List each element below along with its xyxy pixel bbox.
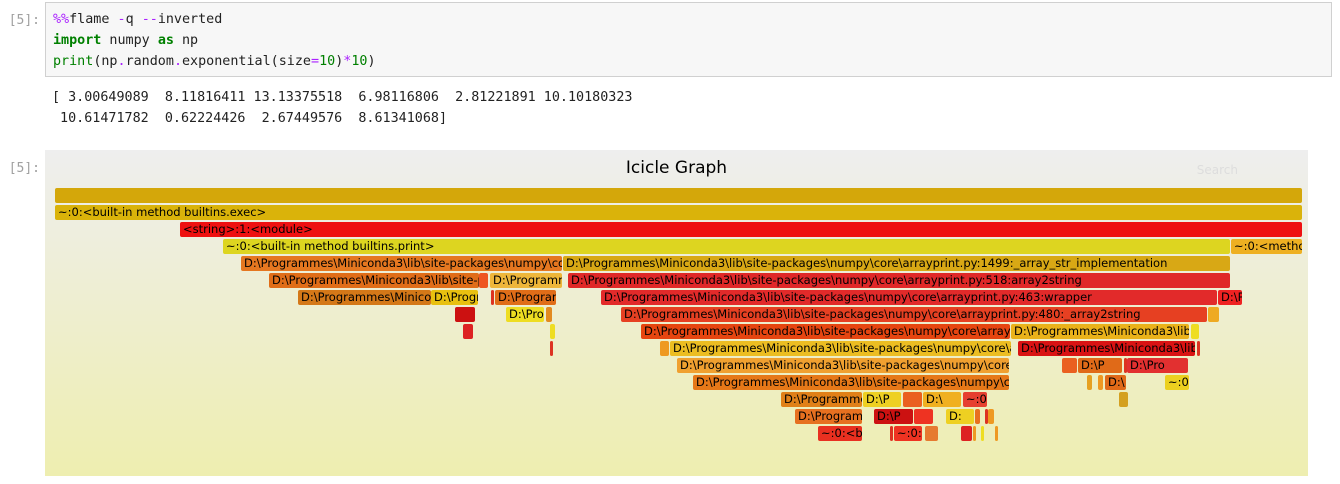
flame-frame[interactable]: D:\Programmes\Miniconda3\lib\site-packag… (621, 307, 1207, 322)
flame-frame[interactable]: D:\ (923, 392, 961, 407)
flame-frame[interactable]: D: (946, 409, 974, 424)
flame-frame[interactable]: D:\Programmes\Miniconda3\lib (490, 273, 562, 288)
flame-frame[interactable]: D:\P (863, 392, 901, 407)
flame-frame[interactable]: D:\Programmes (495, 290, 556, 305)
code-cell[interactable]: %%flame -q --inverted import numpy as np p… (45, 2, 1332, 77)
flame-frame[interactable]: D:\Programmes\Miniconda3\lib\site-packag… (568, 273, 1230, 288)
flame-frame[interactable]: D:\Programmes\Miniconda3\lib\site-packag… (693, 375, 1009, 390)
code-line: %%flame -q --inverted (53, 12, 222, 27)
code-line: print(np.random.exponential(size=10)*10) (53, 54, 376, 69)
graph-title: Icicle Graph (625, 158, 728, 178)
flame-frame[interactable] (1098, 375, 1103, 390)
code-token: = (311, 54, 320, 69)
code-token: print (53, 54, 94, 69)
flame-frame[interactable]: D:\Programmes\Miniconda3\lib\site-packag… (563, 256, 1230, 271)
flame-frame[interactable] (660, 341, 669, 356)
flame-frame[interactable]: D:\Programmes (795, 409, 862, 424)
flame-frame[interactable] (550, 341, 553, 356)
flame-frame[interactable]: D:\Programmes\Miniconda3\lib\site-packag… (269, 273, 479, 288)
code-token: q (125, 12, 142, 27)
code-token: %% (53, 12, 70, 27)
flame-frame[interactable] (1197, 341, 1200, 356)
output-prompt: [5]: (8, 161, 40, 176)
flame-frame[interactable] (455, 307, 475, 322)
flame-frame[interactable]: D:\ (1105, 375, 1126, 390)
flame-frame[interactable]: D:\Programmes (1218, 290, 1242, 305)
flame-frame[interactable] (491, 290, 494, 305)
flame-frame[interactable]: D:\Pro (1127, 358, 1188, 373)
code-token: as (157, 33, 174, 48)
flame-frame[interactable]: D:\Programmes\Miniconda3\lib\site-packag… (670, 341, 1011, 356)
code-token: inverted (157, 12, 223, 27)
stdout-line: [ 3.00649089 8.11816411 13.13375518 6.98… (52, 90, 633, 105)
code-line: import numpy as np (53, 33, 198, 48)
flame-frame[interactable]: ~:0 (963, 392, 987, 407)
flame-frame[interactable] (890, 426, 893, 441)
flame-frame[interactable]: ~:0:<built-in method builtins.exec> (55, 205, 1302, 220)
flame-frame[interactable] (973, 426, 976, 441)
code-token: (np (93, 54, 118, 69)
code-token: . (173, 54, 182, 69)
code-token: ) (367, 54, 376, 69)
flame-frame[interactable] (1062, 358, 1077, 373)
flame-frame[interactable]: D:\Programmes\Miniconda3\lib\site-packag… (601, 290, 1217, 305)
code-token: import (53, 33, 102, 48)
flame-frame[interactable] (546, 307, 552, 322)
flame-frame[interactable] (463, 324, 473, 339)
flame-frame[interactable] (914, 409, 933, 424)
flame-frame[interactable]: D:\Programmes\Miniconda3 (781, 392, 862, 407)
code-token: np (173, 33, 199, 48)
flame-frame[interactable] (1191, 324, 1199, 339)
search-button[interactable]: Search (1197, 163, 1238, 177)
code-token: flame (69, 12, 118, 27)
flame-frame[interactable]: ~:0:<built-in method builtins.len> (1165, 375, 1189, 390)
flame-frame[interactable] (981, 426, 984, 441)
code-token: exponential(size (182, 54, 311, 69)
code-token: - (117, 12, 126, 27)
code-token: 10 (351, 54, 368, 69)
code-token: . (117, 54, 126, 69)
flame-frame[interactable] (925, 426, 938, 441)
code-token: random (125, 54, 174, 69)
flame-frame[interactable] (1119, 392, 1128, 407)
flame-frame[interactable]: ~:0:<built-in method builtins.len> (894, 426, 922, 441)
flame-frame[interactable]: D:\Programmes\Miniconda3\lib\site-packag… (241, 256, 562, 271)
flame-frame[interactable] (1208, 307, 1219, 322)
flame-frame[interactable] (479, 273, 488, 288)
flame-frame[interactable] (988, 409, 994, 424)
flame-frame[interactable]: D:\Programmes\Miniconda3\lib\site-packag… (677, 358, 1009, 373)
flame-frame[interactable]: <string>:1:<module> (180, 222, 1302, 237)
flame-frame[interactable]: D:\P (874, 409, 913, 424)
flame-frame[interactable]: D:\P (1078, 358, 1122, 373)
flame-frame[interactable]: D:\Programmes (506, 307, 544, 322)
flame-frame[interactable] (550, 324, 555, 339)
stdout-line: 10.61471782 0.62224426 2.67449576 8.6134… (52, 111, 448, 126)
flame-frame[interactable]: ~:0:<built-in method builtins.isinstance… (818, 426, 862, 441)
flame-frame[interactable] (961, 426, 972, 441)
flame-frame[interactable] (1087, 375, 1092, 390)
flame-frame[interactable]: D:\Programmes\Miniconda3\lib\site (298, 290, 431, 305)
flame-frame[interactable] (903, 392, 922, 407)
flame-frame[interactable] (995, 426, 998, 441)
flame-frame[interactable] (975, 409, 980, 424)
icicle-frames: ~:0:<built-in method builtins.exec> <stri… (45, 150, 1308, 476)
flame-frame[interactable] (55, 188, 1302, 203)
code-prompt: [5]: (8, 13, 40, 28)
flame-frame[interactable]: D:\Programmes\Miniconda3\lib\site-packag… (641, 324, 1010, 339)
flame-frame[interactable]: D:\Programmes\Miniconda3\lib\site-packag… (1011, 324, 1189, 339)
code-token: -- (141, 12, 158, 27)
flame-frame[interactable]: ~:0:<method 'reduce' of 'numpy.ufunc' ob… (1231, 239, 1302, 254)
flame-frame[interactable]: D:\Programmes (431, 290, 478, 305)
flame-frame[interactable]: ~:0:<built-in method builtins.print> (223, 239, 1230, 254)
code-token: 10 (319, 54, 336, 69)
flame-frame[interactable]: D:\Programmes\Miniconda3\lib\site-packag… (1018, 341, 1195, 356)
icicle-graph[interactable]: ~:0:<built-in method builtins.exec> <stri… (45, 150, 1308, 476)
code-token: numpy (101, 33, 158, 48)
